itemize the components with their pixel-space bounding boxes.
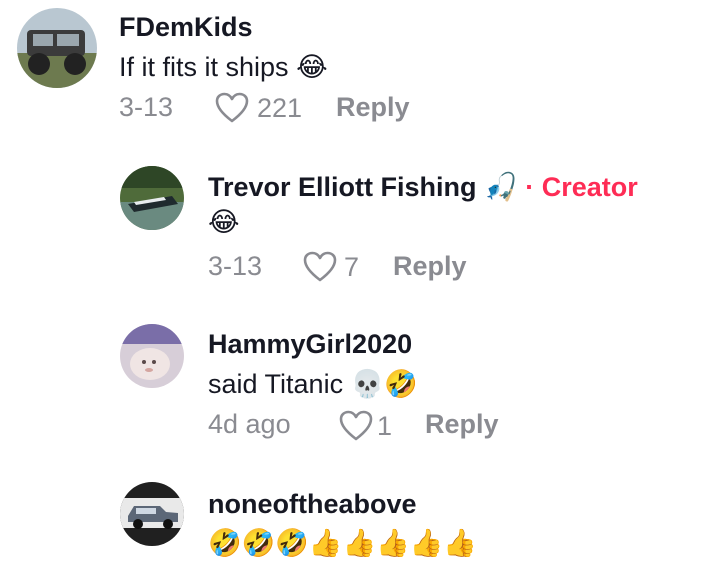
creator-badge: Creator — [541, 172, 638, 202]
comment-noneoftheabove: noneoftheabove 🤣🤣🤣👍👍👍👍👍 — [0, 470, 712, 568]
username[interactable]: noneoftheabove — [208, 488, 417, 520]
reply-button[interactable]: Reply — [425, 408, 499, 440]
comment-trevor-elliott-fishing: Trevor Elliott Fishing 🎣 · Creator 😂 3-1… — [0, 150, 712, 290]
avatar-image — [17, 8, 97, 88]
rofl-thumbs-up-emoji-icon: 🤣🤣🤣👍👍👍👍👍 — [208, 528, 477, 559]
comment-text: If it fits it ships 😂 — [119, 51, 328, 84]
comment-text: 😂 — [208, 206, 240, 239]
reply-button[interactable]: Reply — [336, 91, 410, 123]
username[interactable]: FDemKids — [119, 11, 253, 43]
username[interactable]: Trevor Elliott Fishing — [208, 172, 477, 202]
comment-date: 3-13 — [208, 251, 263, 281]
avatar-image — [120, 324, 184, 388]
like-count: 7 — [344, 252, 360, 282]
like-count: 221 — [257, 93, 303, 123]
comment-fdemkids: FDemKids If it fits it ships 😂 3-13 221 … — [0, 0, 712, 140]
avatar[interactable] — [17, 8, 97, 88]
skull-rofl-emoji-icon: 💀🤣 — [350, 369, 418, 400]
comment-date: 4d ago — [208, 409, 291, 439]
avatar[interactable] — [120, 166, 184, 230]
heart-icon[interactable] — [339, 410, 373, 442]
fishing-pole-icon: 🎣 — [484, 172, 518, 203]
avatar-image — [120, 166, 184, 230]
laughing-emoji-icon: 😂 — [296, 52, 328, 83]
like-count: 1 — [377, 411, 393, 441]
heart-icon[interactable] — [303, 251, 337, 283]
comment-date: 3-13 — [119, 92, 174, 122]
heart-icon[interactable] — [215, 92, 249, 124]
username[interactable]: HammyGirl2020 — [208, 328, 412, 360]
avatar[interactable] — [120, 324, 184, 388]
comment-text-body: If it fits it ships — [119, 52, 289, 82]
comment-text: said Titanic 💀🤣 — [208, 368, 418, 401]
comment-text: 🤣🤣🤣👍👍👍👍👍 — [208, 527, 477, 560]
separator-dot: · — [525, 172, 535, 202]
comment-text-body: said Titanic — [208, 369, 344, 399]
laughing-emoji-icon: 😂 — [208, 207, 240, 238]
avatar-image — [120, 482, 184, 546]
username-line: Trevor Elliott Fishing 🎣 · Creator — [208, 171, 638, 204]
reply-button[interactable]: Reply — [393, 250, 467, 282]
comment-hammygirl2020: HammyGirl2020 said Titanic 💀🤣 4d ago 1 R… — [0, 310, 712, 450]
avatar[interactable] — [120, 482, 184, 546]
